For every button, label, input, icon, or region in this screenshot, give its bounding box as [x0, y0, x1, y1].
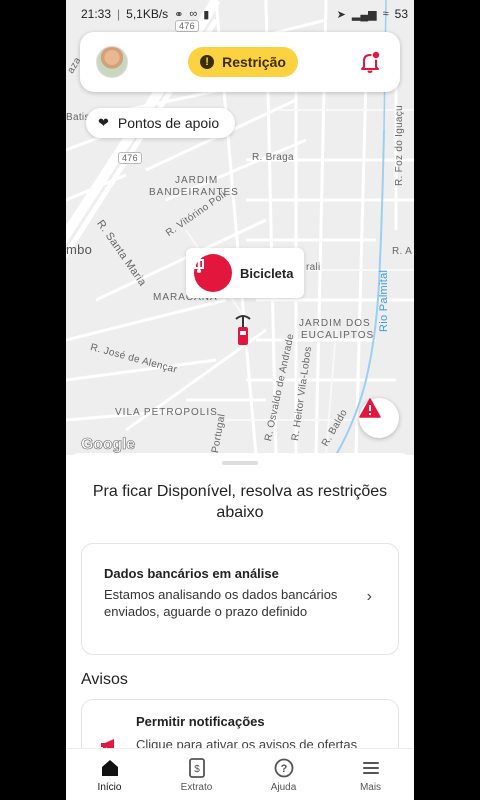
signal-icon: ▂▄▆	[351, 8, 377, 21]
avatar[interactable]	[96, 46, 128, 78]
bottom-nav: Início $ Extrato ? Ajuda Mais	[66, 748, 414, 800]
support-points-button[interactable]: ❤ Pontos de apoio	[86, 108, 236, 138]
status-bar: 21:33 | 5,1KB/s ⚭ ∞ ▮ ➤ ▂▄▆ ≈ 53	[81, 7, 408, 21]
map-label-r-foz-iguacu: R. Foz do Iguaçu	[394, 105, 405, 186]
map-label-vila-petropolis: VILA PETROPOLIS	[115, 407, 218, 418]
support-points-label: Pontos de apoio	[117, 115, 220, 131]
warning-triangle-icon	[359, 398, 381, 418]
exclamation-icon: !	[200, 55, 215, 69]
map[interactable]: 476 476 aza Batist R. Braga JARDIM BANDE…	[66, 0, 414, 455]
help-icon: ?	[274, 758, 293, 778]
nav-item-mais[interactable]: Mais	[327, 749, 414, 800]
svg-text:$: $	[194, 764, 200, 775]
bicycle-icon	[189, 249, 232, 292]
app-screen: 476 476 aza Batist R. Braga JARDIM BANDE…	[66, 0, 414, 800]
map-label-rio-palmital: Rio Palmital	[378, 269, 390, 332]
notification-title: Permitir notificações	[136, 714, 265, 729]
chevron-right-icon: ›	[366, 588, 372, 605]
nav-label-mais: Mais	[359, 782, 382, 793]
map-label-r-braga: R. Braga	[252, 152, 294, 163]
notification-bell-icon[interactable]	[358, 50, 382, 74]
vehicle-label: Bicicleta	[240, 265, 294, 281]
restriction-description: Estamos analisando os dados bancários en…	[104, 587, 338, 619]
vehicle-marker[interactable]: Bicicleta	[186, 248, 304, 298]
map-label-jardim-eucaliptos-2: EUCALIPTOS	[301, 330, 375, 341]
wifi-icon: ≈	[382, 8, 389, 20]
alert-button[interactable]	[359, 398, 399, 438]
battery-level: 53	[394, 7, 408, 21]
map-label-mbo: mbo	[66, 242, 93, 257]
heart-icon: ❤	[98, 115, 109, 130]
vpn-icon: ⚭	[174, 8, 184, 21]
megaphone-icon	[101, 739, 114, 748]
enable-notifications-card[interactable]: Permitir notificações Clique para ativar…	[81, 699, 399, 748]
menu-icon	[362, 762, 379, 774]
sheet-drag-handle[interactable]	[222, 461, 258, 465]
status-speed: 5,1KB/s	[126, 7, 169, 21]
nav-item-ajuda[interactable]: ? Ajuda	[240, 749, 327, 800]
statement-icon: $	[188, 758, 205, 778]
nav-label-inicio: Início	[97, 782, 122, 793]
nav-label-ajuda: Ajuda	[270, 782, 297, 793]
video-icon: ▮	[203, 8, 210, 21]
voicemail-icon: ∞	[189, 8, 198, 20]
nav-item-extrato[interactable]: $ Extrato	[153, 749, 240, 800]
svg-text:?: ?	[280, 763, 287, 775]
home-icon	[101, 760, 118, 776]
map-label-grali: rali	[306, 262, 321, 273]
status-time: 21:33	[81, 7, 112, 21]
nav-label-extrato: Extrato	[180, 782, 213, 793]
sheet-title: Pra ficar Disponível, resolva as restriç…	[92, 483, 388, 521]
top-card: ! Restrição	[80, 32, 400, 92]
google-logo: Google	[81, 436, 136, 454]
notices-title: Avisos	[81, 671, 128, 688]
restrictions-sheet: Pra ficar Disponível, resolva as restriç…	[66, 453, 414, 748]
map-label-jardim-eucaliptos-1: JARDIM DOS	[299, 318, 371, 329]
restriction-title: Dados bancários em análise	[104, 566, 279, 581]
map-label-r-a: R. A	[392, 246, 413, 257]
user-location-pin-icon	[232, 313, 254, 347]
nav-item-inicio[interactable]: Início	[66, 749, 153, 800]
location-arrow-icon: ➤	[336, 8, 346, 21]
map-label-jardim-bandeirantes-1: JARDIM	[175, 175, 219, 186]
restriction-label: Restrição	[222, 54, 286, 70]
notification-description: Clique para ativar os avisos de ofertas	[136, 737, 358, 748]
restriction-button[interactable]: ! Restrição	[188, 47, 298, 77]
bank-data-restriction-card[interactable]: Dados bancários em análise Estamos anali…	[81, 543, 399, 655]
route-476-mid: 476	[118, 152, 142, 164]
